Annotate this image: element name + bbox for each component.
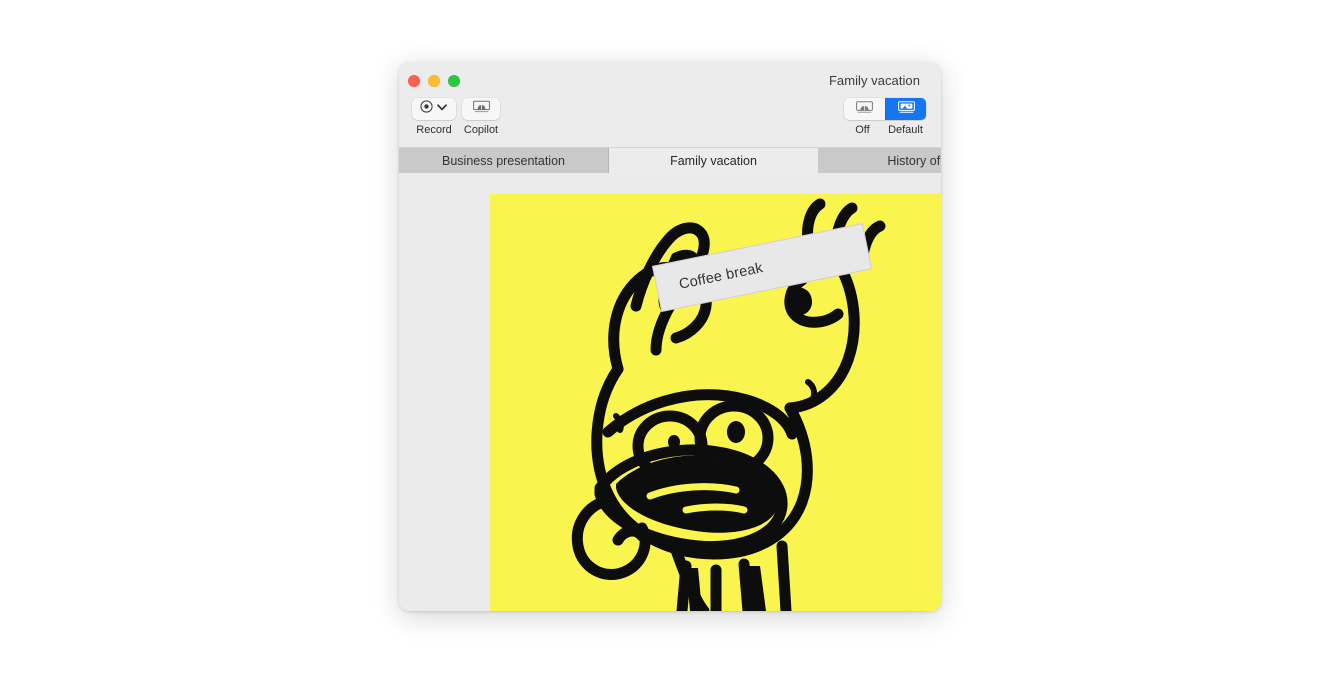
presenter-display-off-icon [856,100,873,118]
tab-family-vacation[interactable]: Family vacation [609,148,819,173]
slide-canvas-area[interactable]: Coffee break [399,173,941,611]
record-label: Record [416,124,452,136]
copilot-presenter-icon [472,100,490,118]
record-control: Record [412,98,456,136]
traffic-light-controls [408,75,460,87]
display-mode-off-segment[interactable] [844,98,885,120]
presenter-display-default-icon [897,100,915,118]
tab-history-of-ca[interactable]: History of Ca [819,148,941,173]
tab-business-presentation[interactable]: Business presentation [399,148,609,173]
record-button[interactable] [412,98,456,120]
display-mode-segmented [844,98,926,120]
copilot-control: Copilot [462,98,500,136]
maximize-window-button[interactable] [448,75,460,87]
copilot-label: Copilot [463,124,499,136]
chevron-down-icon[interactable] [436,100,448,118]
copilot-button[interactable] [462,98,500,120]
screenshot-root: Family vacation Record Copilot Off Defau… [0,0,1340,680]
coffee-break-note-text: Coffee break [677,259,765,293]
display-mode-control: Off Default [844,98,926,136]
display-mode-off-label: Off [855,124,870,136]
toolbar-left-group: Record Copilot [412,98,500,136]
document-tab-bar: Business presentation Family vacation Hi… [399,148,941,173]
display-mode-default-label: Default [888,124,923,136]
minimize-window-button[interactable] [428,75,440,87]
close-window-button[interactable] [408,75,420,87]
record-dot-icon [420,100,433,118]
display-mode-default-segment[interactable] [885,98,926,120]
window-title: Family vacation [828,73,920,88]
application-window: Family vacation Record Copilot Off Defau… [399,62,941,611]
title-bar: Family vacation Record Copilot Off Defau… [399,62,941,148]
display-mode-labels: Off Default [844,124,926,136]
